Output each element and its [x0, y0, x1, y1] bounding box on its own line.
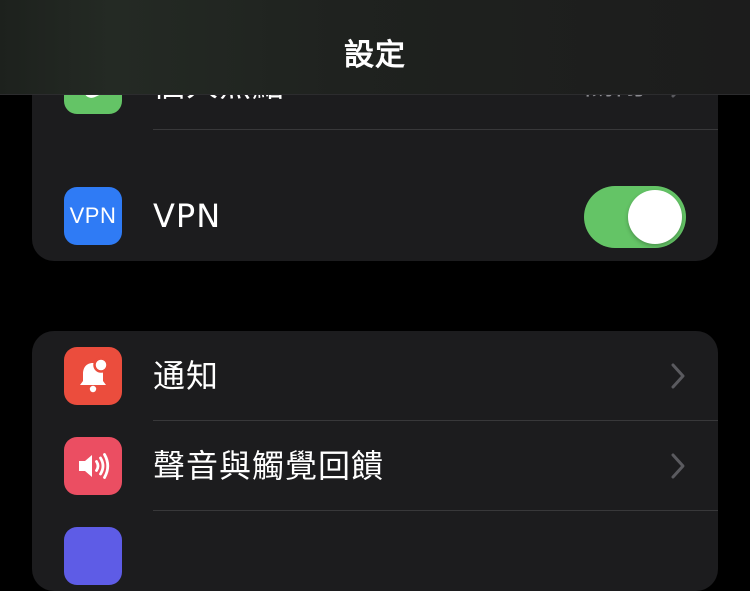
settings-row-notifications[interactable]: 通知 [32, 331, 718, 421]
toggle-knob [628, 190, 682, 244]
notifications-label: 通知 [153, 357, 220, 395]
page-title: 設定 [344, 38, 406, 73]
settings-row-next[interactable] [32, 511, 718, 591]
vpn-label: VPN [153, 197, 222, 235]
notifications-icon [64, 347, 122, 405]
settings-row-sounds[interactable]: 聲音與觸覺回饋 [32, 421, 718, 511]
sounds-label: 聲音與觸覺回饋 [153, 447, 385, 485]
bell-badge-icon [80, 357, 109, 393]
next-row-icon [64, 527, 122, 585]
vpn-toggle[interactable] [584, 186, 686, 248]
speaker-icon [79, 453, 110, 479]
row-divider [153, 129, 718, 130]
settings-group-alerts: 通知 聲音與觸覺回饋 [32, 331, 718, 591]
settings-row-vpn[interactable]: VPN VPN [32, 171, 718, 261]
chevron-right-icon [671, 363, 685, 389]
sounds-icon [64, 437, 122, 495]
vpn-icon: VPN [64, 187, 122, 245]
chevron-right-icon [671, 453, 685, 479]
navigation-bar: 設定 [0, 0, 750, 95]
vpn-icon-text: VPN [69, 203, 117, 228]
